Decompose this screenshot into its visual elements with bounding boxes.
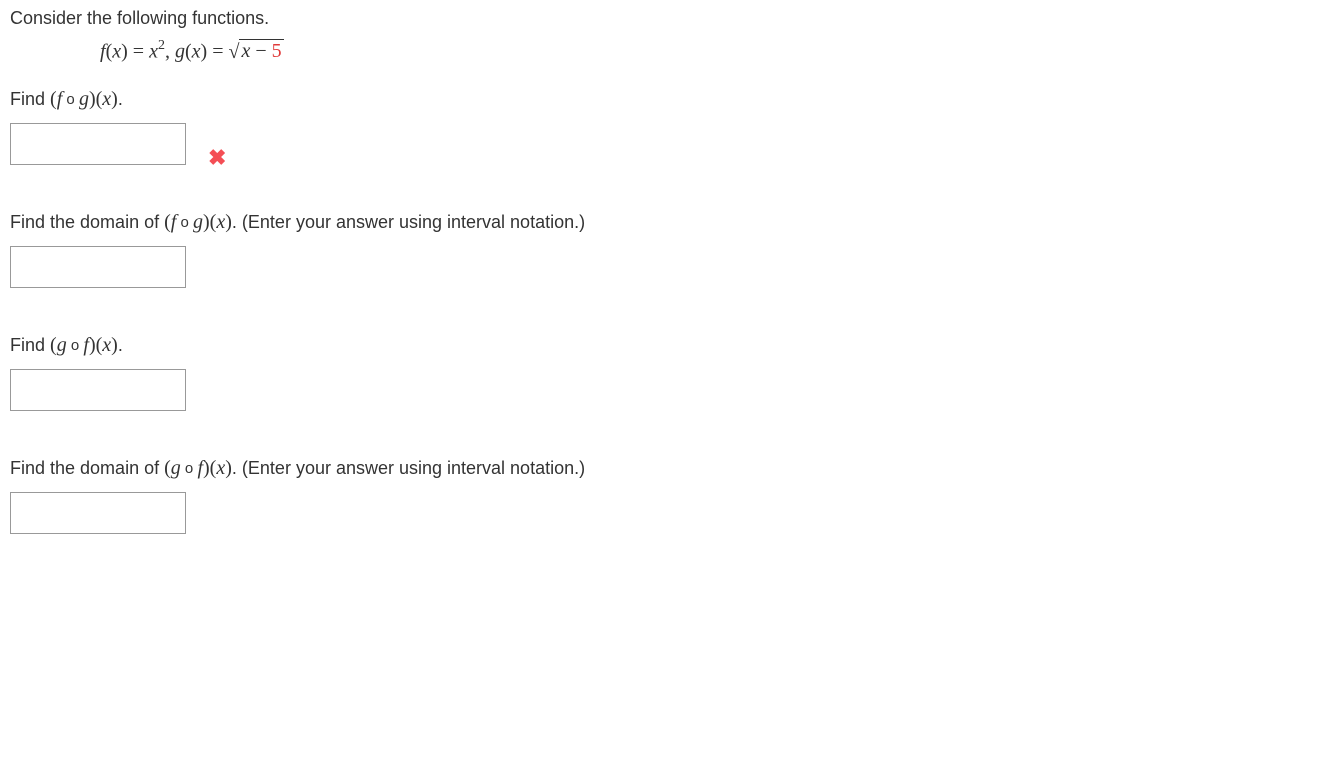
q2-paren-close-open: )( — [203, 211, 216, 233]
q4-input-row — [10, 492, 1308, 534]
q3-answer-input[interactable] — [10, 369, 186, 411]
question-intro: Consider the following functions. — [10, 8, 1308, 29]
q4-paren-close: ) — [225, 457, 232, 479]
q1-paren-fog-close: )( — [89, 88, 102, 110]
q2-note: (Enter your answer using interval notati… — [237, 212, 585, 232]
composition-ring-icon: o — [181, 460, 198, 477]
comma-separator: , — [165, 41, 175, 63]
q2-paren-close: ) — [225, 211, 232, 233]
q4-prompt: Find the domain of (g o f)(x). (Enter yo… — [10, 457, 1308, 480]
q2-g: g — [193, 211, 203, 233]
f-rhs-exponent: 2 — [158, 38, 165, 53]
q3-g: g — [57, 334, 67, 356]
sqrt-expression: √x − 5 — [228, 40, 283, 64]
composition-ring-icon: o — [67, 337, 84, 354]
f-arg: x — [112, 41, 121, 63]
sqrt-minus: − — [250, 40, 271, 62]
q3-x: x — [102, 334, 111, 356]
equals-2: = — [207, 41, 228, 63]
equals-1: = — [128, 41, 149, 63]
function-definitions: f(x) = x2, g(x) = √x − 5 — [100, 39, 1308, 64]
q3-paren-close-open: )( — [89, 334, 102, 356]
q3-prefix: Find — [10, 335, 50, 355]
q2-answer-input[interactable] — [10, 246, 186, 288]
q3-period: . — [118, 335, 123, 355]
q1-x: x — [102, 88, 111, 110]
q4-prefix: Find the domain of — [10, 458, 164, 478]
q1-input-row: ✖ — [10, 123, 1308, 165]
q4-answer-input[interactable] — [10, 492, 186, 534]
q3-paren-close: ) — [111, 334, 118, 356]
q1-period: . — [118, 89, 123, 109]
q1-prefix: Find — [10, 89, 50, 109]
composition-ring-icon: o — [62, 91, 79, 108]
q3-prompt: Find (g o f)(x). — [10, 334, 1308, 357]
open-paren-2: ( — [185, 41, 192, 63]
q1-prompt: Find (f o g)(x). — [10, 88, 1308, 111]
sqrt-icon: √ — [228, 41, 239, 63]
q1-paren-close: ) — [111, 88, 118, 110]
q1-g: g — [79, 88, 89, 110]
q3-paren-open: ( — [50, 334, 57, 356]
q2-input-row — [10, 246, 1308, 288]
close-paren: ) — [121, 41, 128, 63]
q1-answer-input[interactable] — [10, 123, 186, 165]
q2-prefix: Find the domain of — [10, 212, 164, 232]
q4-note: (Enter your answer using interval notati… — [237, 458, 585, 478]
sqrt-constant: 5 — [272, 40, 282, 62]
q4-paren-open: ( — [164, 457, 171, 479]
q4-x: x — [216, 457, 225, 479]
composition-ring-icon: o — [176, 214, 193, 231]
g-arg: x — [192, 41, 201, 63]
q2-x: x — [216, 211, 225, 233]
f-rhs-base: x — [149, 41, 158, 63]
incorrect-icon: ✖ — [208, 145, 226, 171]
q2-prompt: Find the domain of (f o g)(x). (Enter yo… — [10, 211, 1308, 234]
q3-input-row — [10, 369, 1308, 411]
g-name: g — [175, 41, 185, 63]
q4-paren-close-open: )( — [203, 457, 216, 479]
q2-paren-open: ( — [164, 211, 171, 233]
q1-paren-fog-open: ( — [50, 88, 57, 110]
q4-g: g — [171, 457, 181, 479]
